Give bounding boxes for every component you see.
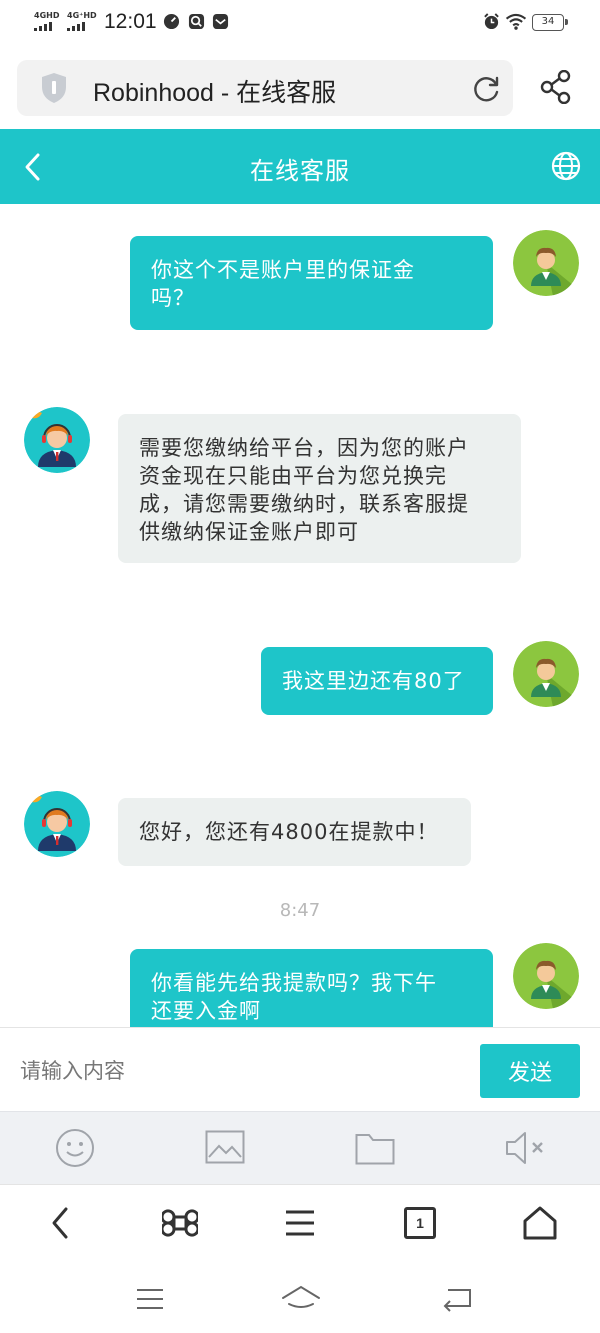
message-line: 我这里边还有80了	[282, 669, 465, 693]
message-bubble-user: 我这里边还有80了	[261, 647, 493, 715]
signal-indicator-1: 4GHD	[34, 12, 59, 31]
message-app-icon	[212, 13, 229, 30]
message-input-bar: 发送	[0, 1027, 600, 1111]
share-icon[interactable]	[540, 70, 572, 104]
message-line: 资金现在只能由平台为您兑换完	[139, 464, 447, 488]
address-bar[interactable]: Robinhood - 在线客服	[17, 60, 513, 116]
image-icon[interactable]	[205, 1130, 245, 1164]
menu-icon[interactable]	[285, 1209, 315, 1237]
browser-navigation: 1	[0, 1184, 600, 1264]
shield-icon[interactable]	[39, 71, 69, 105]
message-line: 供缴纳保证金账户即可	[139, 520, 359, 544]
signal-indicator-2: 4G⁺HD	[67, 12, 97, 31]
message-line: 成，请您需要缴纳时，联系客服提	[139, 492, 469, 516]
tabs-button[interactable]: 1	[404, 1207, 436, 1239]
battery-indicator: 34	[532, 14, 568, 31]
message-timestamp: 8:47	[279, 900, 321, 921]
user-avatar	[513, 943, 579, 1009]
signal-label-1: 4GHD	[34, 11, 60, 20]
user-avatar	[513, 641, 579, 707]
system-home-icon[interactable]	[281, 1284, 321, 1312]
agent-avatar	[24, 407, 90, 473]
signal-label-2: 4G⁺HD	[67, 11, 97, 20]
chat-messages[interactable]: 你这个不是账户里的保证金 吗？ 需要您缴纳给平台，因为您的账户 资金现在只能由平…	[0, 204, 600, 1027]
wifi-icon	[505, 13, 527, 30]
system-back-icon[interactable]	[442, 1286, 472, 1312]
send-button[interactable]: 发送	[480, 1044, 580, 1098]
globe-icon[interactable]	[551, 151, 581, 181]
message-input[interactable]	[20, 1054, 460, 1088]
message-bubble-user: 你看能先给我提款吗？我下午 还要入金啊	[130, 949, 493, 1027]
status-bar: 4GHD 4G⁺HD 12:01 34	[0, 0, 600, 46]
reload-icon[interactable]	[473, 75, 501, 103]
message-bubble-agent: 您好，您还有4800在提款中！	[118, 798, 471, 866]
home-icon[interactable]	[522, 1205, 558, 1241]
message-line: 您好，您还有4800在提款中！	[139, 820, 439, 844]
system-navigation	[0, 1264, 600, 1333]
status-time: 12:01	[104, 10, 157, 33]
message-line: 还要入金啊	[151, 999, 261, 1023]
message-line: 你这个不是账户里的保证金	[151, 258, 415, 282]
mute-icon[interactable]	[505, 1130, 547, 1166]
message-bubble-agent: 需要您缴纳给平台，因为您的账户 资金现在只能由平台为您兑换完 成，请您需要缴纳时…	[118, 414, 521, 563]
speed-icon	[163, 13, 180, 30]
message-line: 需要您缴纳给平台，因为您的账户	[139, 436, 469, 460]
recents-icon[interactable]	[136, 1288, 164, 1310]
emoji-icon[interactable]	[55, 1128, 95, 1168]
chat-toolbar	[0, 1111, 600, 1184]
folder-icon[interactable]	[355, 1131, 395, 1165]
message-bubble-user: 你这个不是账户里的保证金 吗？	[130, 236, 493, 330]
browser-back-icon[interactable]	[48, 1205, 72, 1241]
message-line: 吗？	[151, 286, 195, 310]
header-title: 在线客服	[250, 157, 350, 185]
chat-header: 在线客服	[0, 129, 600, 204]
page-title: Robinhood - 在线客服	[93, 79, 337, 107]
alarm-icon	[484, 13, 499, 30]
message-line: 你看能先给我提款吗？我下午	[151, 971, 437, 995]
user-avatar	[513, 230, 579, 296]
search-app-icon	[188, 13, 205, 30]
agent-avatar	[24, 791, 90, 857]
command-icon[interactable]	[162, 1205, 198, 1241]
